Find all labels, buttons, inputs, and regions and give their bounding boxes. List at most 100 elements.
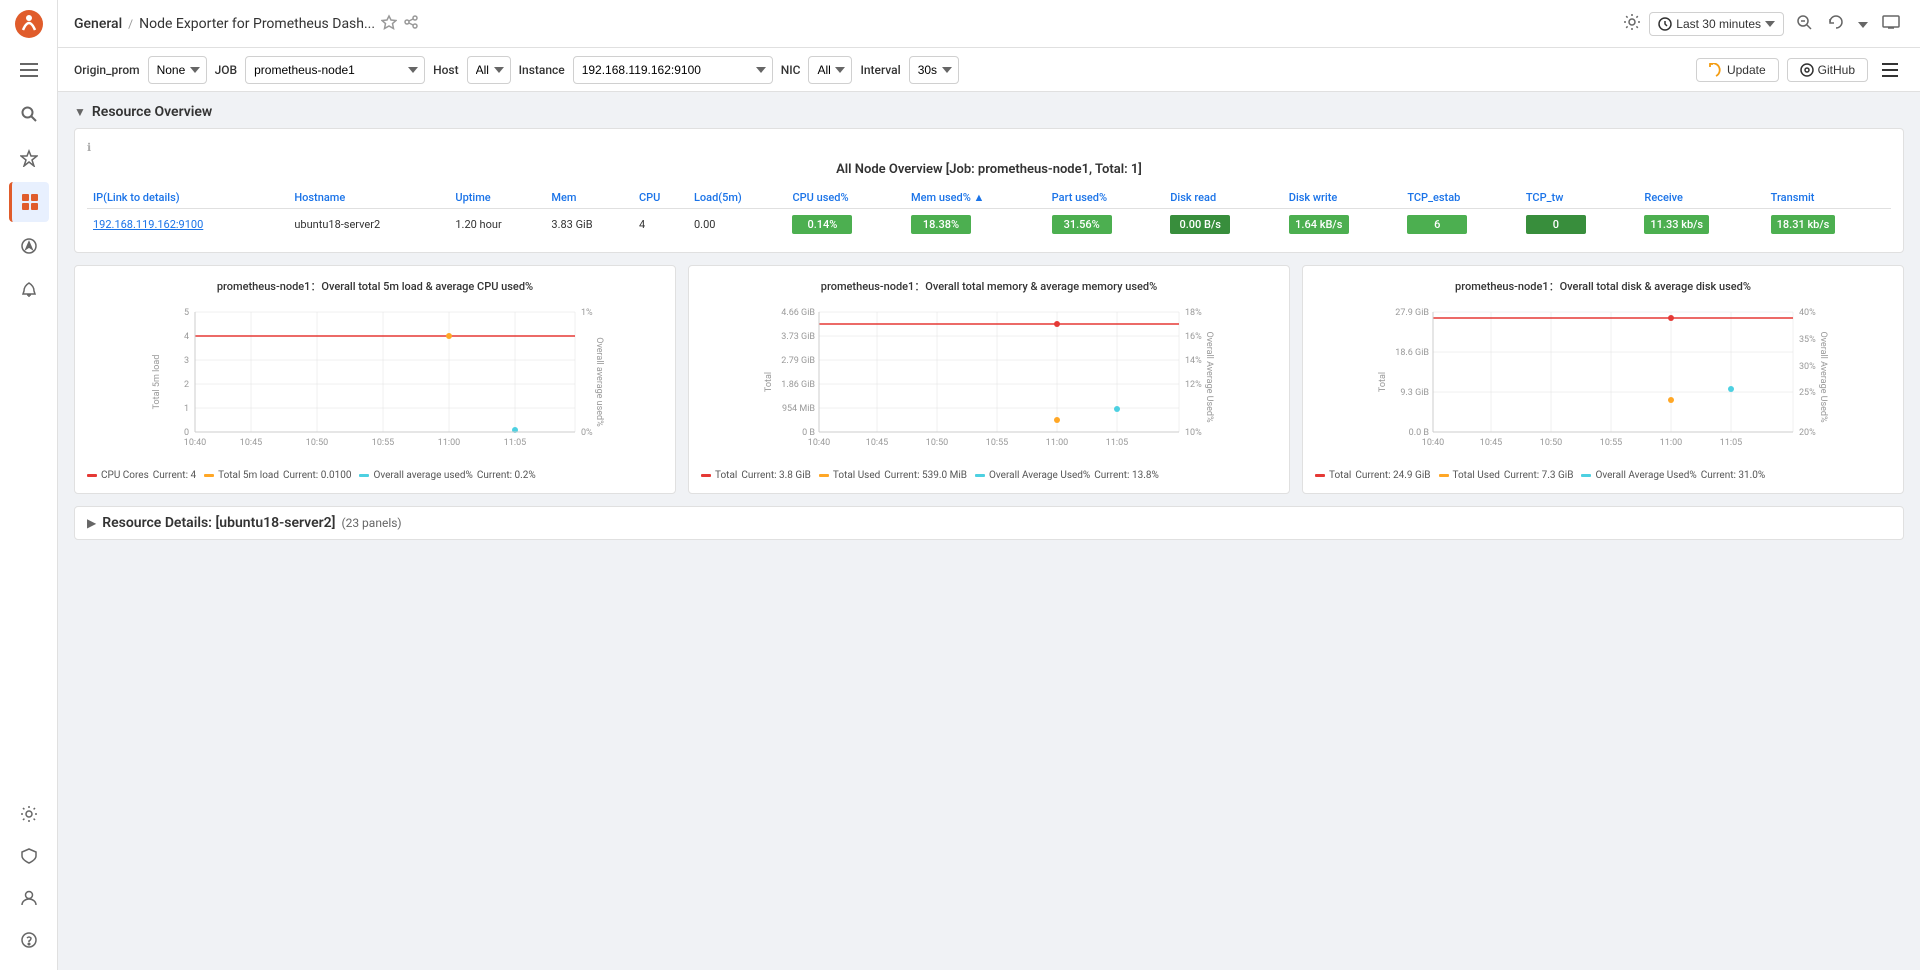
mem-avg-dot xyxy=(1114,406,1120,412)
charts-row: prometheus-node1：Overall total 5m load &… xyxy=(74,265,1904,494)
col-mem-used[interactable]: Mem used% ▲ xyxy=(905,187,1046,209)
sidebar-item-search[interactable] xyxy=(9,94,49,134)
dashboard-settings-icon[interactable] xyxy=(1623,13,1641,34)
legend-disk-avg: Overall Average Used% Current: 31.0% xyxy=(1581,470,1765,481)
disk-chart-svg: 27.9 GiB 18.6 GiB 9.3 GiB 0.0 B 40% 35% … xyxy=(1315,302,1891,462)
cell-hostname: ubuntu18-server2 xyxy=(288,209,449,241)
mem-y-2: 3.73 GiB xyxy=(781,332,815,342)
x-label-1100: 11:00 xyxy=(438,438,460,448)
nic-label: NIC xyxy=(781,63,801,77)
job-label: JOB xyxy=(215,63,238,77)
col-load5m[interactable]: Load(5m) xyxy=(688,187,786,209)
svg-text:10:50: 10:50 xyxy=(1540,438,1562,448)
col-tcp-estab[interactable]: TCP_estab xyxy=(1401,187,1520,209)
sidebar-item-help[interactable] xyxy=(9,920,49,960)
mem-chart-area: 4.66 GiB 3.73 GiB 2.79 GiB 1.86 GiB 954 … xyxy=(701,302,1277,462)
sidebar-item-starred[interactable] xyxy=(9,138,49,178)
star-dashboard-icon[interactable] xyxy=(381,14,397,33)
update-btn-label: Update xyxy=(1727,63,1766,77)
toolbar: Origin_prom None JOB prometheus-node1 Ho… xyxy=(58,48,1920,92)
cell-part-used: 31.56% xyxy=(1052,215,1112,234)
cell-transmit: 18.31 kb/s xyxy=(1771,215,1836,234)
tv-mode-icon[interactable] xyxy=(1878,11,1904,36)
col-hostname[interactable]: Hostname xyxy=(288,187,449,209)
time-range-button[interactable]: Last 30 minutes xyxy=(1649,12,1784,36)
col-uptime[interactable]: Uptime xyxy=(449,187,545,209)
instance-select[interactable]: 192.168.119.162:9100 xyxy=(573,56,773,84)
resource-details-header[interactable]: ▶ Resource Details: [ubuntu18-server2] (… xyxy=(74,506,1904,540)
x-label-1050: 10:50 xyxy=(306,438,328,448)
legend-cpu-cores-label: CPU Cores xyxy=(101,470,149,481)
disk-yr-3: 30% xyxy=(1799,362,1816,372)
share-icon[interactable] xyxy=(403,14,419,33)
nic-select[interactable]: All xyxy=(808,56,852,84)
mem-yr-5: 10% xyxy=(1185,428,1202,438)
sidebar-item-dashboards[interactable] xyxy=(9,182,49,222)
disk-chart-area: 27.9 GiB 18.6 GiB 9.3 GiB 0.0 B 40% 35% … xyxy=(1315,302,1891,462)
refresh-icon[interactable] xyxy=(1824,10,1848,37)
cell-cpu-used: 0.14% xyxy=(792,215,852,234)
y-right-1pct: 1% xyxy=(581,308,593,318)
legend-disk-total-color xyxy=(1315,474,1325,477)
disk-chart-title: prometheus-node1：Overall total disk & av… xyxy=(1315,278,1891,294)
legend-mem-total-color xyxy=(701,474,711,477)
svg-text:10:40: 10:40 xyxy=(1422,438,1444,448)
col-ip[interactable]: IP(Link to details) xyxy=(87,187,288,209)
sidebar-item-explore[interactable] xyxy=(9,226,49,266)
mem-chart-title: prometheus-node1：Overall total memory & … xyxy=(701,278,1277,294)
svg-text:Total: Total xyxy=(764,372,774,392)
cell-disk-write: 1.64 kB/s xyxy=(1289,215,1349,234)
legend-disk-used-label: Total Used xyxy=(1453,470,1500,481)
breadcrumb-dashboard[interactable]: Node Exporter for Prometheus Dash... xyxy=(139,16,375,32)
table-title: All Node Overview [Job: prometheus-node1… xyxy=(87,162,1891,177)
legend-disk-avg-current: Current: 31.0% xyxy=(1701,470,1766,481)
cell-tcp-tw: 0 xyxy=(1526,215,1586,234)
sidebar-item-settings[interactable] xyxy=(9,794,49,834)
col-tcp-tw[interactable]: TCP_tw xyxy=(1520,187,1639,209)
menu-button[interactable] xyxy=(1876,56,1904,84)
svg-text:10:55: 10:55 xyxy=(1600,438,1622,448)
resource-overview-header[interactable]: ▼ Resource Overview xyxy=(74,104,1904,120)
col-cpu-used[interactable]: CPU used% xyxy=(786,187,905,209)
sidebar-item-alerting[interactable] xyxy=(9,270,49,310)
legend-avg-cpu-color xyxy=(359,474,369,477)
sidebar-toggle[interactable] xyxy=(9,50,49,90)
overview-info: ℹ xyxy=(87,141,1891,154)
breadcrumb-general[interactable]: General xyxy=(74,16,122,32)
y-right-title-cpu: Overall average used% xyxy=(594,337,604,427)
col-receive[interactable]: Receive xyxy=(1638,187,1764,209)
col-disk-write[interactable]: Disk write xyxy=(1283,187,1402,209)
cell-mem: 3.83 GiB xyxy=(545,209,633,241)
origin-prom-select[interactable]: None xyxy=(148,56,207,84)
cell-ip[interactable]: 192.168.119.162:9100 xyxy=(93,218,203,231)
mem-chart-card: prometheus-node1：Overall total memory & … xyxy=(688,265,1290,494)
zoom-out-icon[interactable] xyxy=(1792,10,1816,37)
svg-text:10:55: 10:55 xyxy=(986,438,1008,448)
col-cpu[interactable]: CPU xyxy=(633,187,688,209)
job-select[interactable]: prometheus-node1 xyxy=(245,56,425,84)
legend-load-color xyxy=(204,474,214,477)
legend-mem-avg: Overall Average Used% Current: 13.8% xyxy=(975,470,1159,481)
update-button[interactable]: Update xyxy=(1696,58,1779,82)
disk-y-1: 27.9 GiB xyxy=(1395,308,1429,318)
col-mem[interactable]: Mem xyxy=(545,187,633,209)
svg-text:10:45: 10:45 xyxy=(866,438,888,448)
legend-mem-total-label: Total xyxy=(715,470,737,481)
interval-select[interactable]: 30s xyxy=(909,56,959,84)
legend-avg-cpu-current: Current: 0.2% xyxy=(477,470,536,481)
sidebar-item-profile[interactable] xyxy=(9,878,49,918)
mem-yr-3: 14% xyxy=(1185,356,1202,366)
legend-disk-total-label: Total xyxy=(1329,470,1351,481)
refresh-dropdown-icon[interactable] xyxy=(1856,15,1870,33)
legend-load-current: Current: 0.0100 xyxy=(283,470,351,481)
github-button[interactable]: GitHub xyxy=(1787,58,1868,82)
col-disk-read[interactable]: Disk read xyxy=(1164,187,1283,209)
col-transmit[interactable]: Transmit xyxy=(1765,187,1891,209)
details-title: Resource Details: [ubuntu18-server2] xyxy=(102,515,335,531)
app-logo[interactable] xyxy=(13,8,45,40)
sidebar-item-shield[interactable] xyxy=(9,836,49,876)
col-part-used[interactable]: Part used% xyxy=(1046,187,1165,209)
host-select[interactable]: All xyxy=(467,56,511,84)
legend-mem-used-color xyxy=(819,474,829,477)
disk-chart-legend: Total Current: 24.9 GiB Total Used Curre… xyxy=(1315,470,1891,481)
